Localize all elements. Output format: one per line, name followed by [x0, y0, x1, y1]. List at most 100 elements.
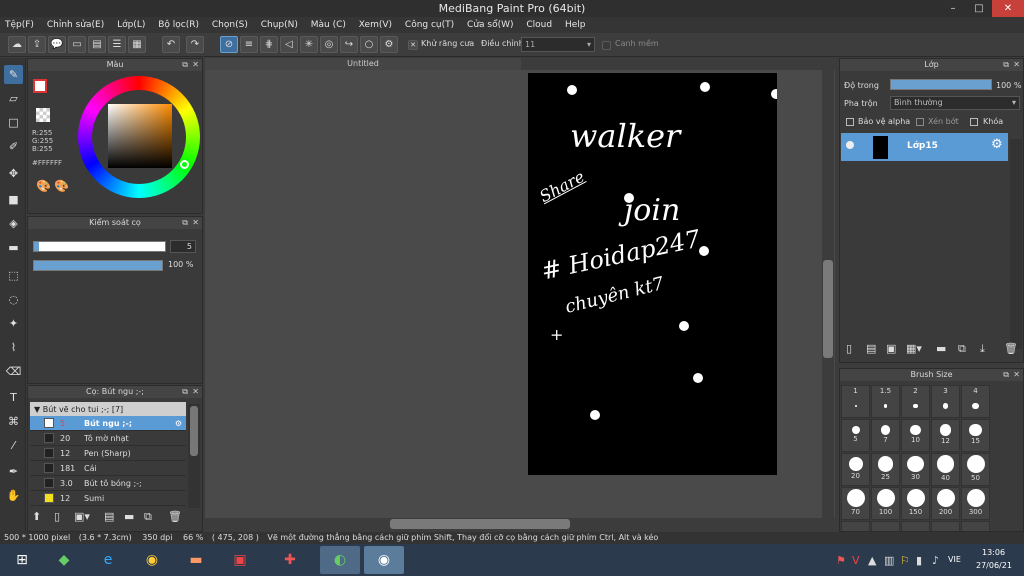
brush-size-cell[interactable]: 100 [871, 487, 900, 520]
new-halftone-layer-icon[interactable]: ▤ [866, 342, 876, 355]
brush-size-cell[interactable]: 5 [841, 419, 870, 452]
brush-size-value[interactable]: 5 [170, 240, 196, 253]
folder-icon[interactable]: ▬ [936, 342, 946, 355]
undo-icon[interactable]: ↶ [162, 36, 180, 53]
tray-time[interactable]: 13:06 [982, 548, 1005, 557]
trash-icon[interactable]: 🗑 [168, 510, 182, 523]
menu-select[interactable]: Chọn(S) [207, 17, 253, 33]
file-explorer-icon[interactable]: ▬ [176, 546, 216, 574]
curve-snap-icon[interactable]: ↪ [340, 36, 358, 53]
new-layer-icon[interactable]: ▯ [846, 342, 852, 355]
snap-settings-icon[interactable]: ⚙ [380, 36, 398, 53]
tray-v-icon[interactable]: V [852, 554, 860, 567]
tray-up-icon[interactable]: ▲ [868, 554, 876, 567]
protect-alpha-checkbox[interactable] [846, 118, 854, 126]
select-rect-icon[interactable]: ⬚ [4, 266, 23, 285]
close-icon[interactable]: ✕ [1013, 369, 1020, 381]
horizontal-scroll-thumb[interactable] [390, 519, 570, 529]
menu-snap[interactable]: Chụp(N) [256, 17, 303, 33]
cross-snap-icon[interactable]: ⋕ [260, 36, 278, 53]
brush-list-item[interactable]: 12 Sumi [30, 491, 186, 506]
saturation-square[interactable] [108, 104, 172, 168]
palette-settings-icon[interactable]: 🎨 [54, 179, 69, 193]
clip-checkbox[interactable] [916, 118, 924, 126]
brush-list-item[interactable]: 3.0 Bút tô bóng ;-; [30, 476, 186, 491]
dot-tool-icon[interactable]: □ [4, 113, 23, 132]
lock-checkbox[interactable] [970, 118, 978, 126]
chrome-icon[interactable]: ◉ [132, 546, 172, 574]
brush-size-cell[interactable] [961, 521, 990, 531]
close-icon[interactable]: ✕ [1013, 59, 1020, 71]
brush-list-item[interactable]: 20 Tô mờ nhạt [30, 431, 186, 446]
visibility-icon[interactable] [846, 141, 854, 149]
brush-size-cell[interactable]: 15 [961, 419, 990, 452]
panel-divide-icon[interactable]: ⌘ [4, 412, 23, 431]
brush-size-cell[interactable]: 70 [841, 487, 870, 520]
document-icon[interactable]: ▤ [88, 36, 106, 53]
brush-list-item[interactable]: 5 Bút ngu ;-; ⚙ [30, 416, 186, 431]
brush-size-cell[interactable]: 7 [871, 419, 900, 452]
vanishing-snap-icon[interactable]: ◁ [280, 36, 298, 53]
menu-color[interactable]: Màu (C) [306, 17, 351, 33]
close-button[interactable]: ✕ [992, 0, 1024, 17]
move-tool-icon[interactable]: ✥ [4, 164, 23, 183]
list-icon[interactable]: ☰ [108, 36, 126, 53]
close-icon[interactable]: ✕ [192, 217, 199, 229]
parallel-snap-icon[interactable]: ≡ [240, 36, 258, 53]
brush-size-cell[interactable]: 200 [931, 487, 960, 520]
antialias-checkbox[interactable]: ✕ [408, 40, 418, 50]
copy-brush-icon[interactable]: ▤ [104, 510, 114, 523]
duplicate-icon[interactable]: ⧉ [958, 342, 966, 356]
bucket-tool-icon[interactable]: ◈ [4, 214, 23, 233]
layer-row[interactable]: Lớp15 ⚙ [841, 133, 1008, 161]
brush-group-row[interactable]: ▼ Bút vẽ cho tui ;-; [7] [30, 402, 186, 417]
brush-tool-icon[interactable]: ✎ [4, 65, 23, 84]
brush-size-slider[interactable] [33, 241, 166, 252]
app-icon[interactable]: ✚ [270, 546, 310, 574]
menu-view[interactable]: Xem(V) [354, 17, 397, 33]
tray-signal-icon[interactable]: ▮ [916, 554, 922, 567]
blend-select[interactable]: Bình thường ▾ [890, 96, 1020, 110]
maximize-button[interactable]: □ [966, 0, 992, 17]
brush-size-cell[interactable]: 25 [871, 453, 900, 486]
comment-icon[interactable]: ▭ [68, 36, 86, 53]
menu-layer[interactable]: Lớp(L) [112, 17, 150, 33]
brush-size-cell[interactable]: 50 [961, 453, 990, 486]
gradient-tool-icon[interactable]: ▬ [4, 238, 23, 257]
add-layer-menu-icon[interactable]: ▦▾ [906, 342, 922, 355]
popout-icon[interactable]: ⧉ [182, 217, 188, 229]
brush-size-cell[interactable]: 10 [901, 419, 930, 452]
popout-icon[interactable]: ⧉ [182, 59, 188, 71]
close-icon[interactable]: ✕ [192, 386, 199, 398]
drawing-canvas[interactable]: walker Share join # Hoidap247 chuyên kt7… [528, 73, 777, 475]
select-pen-icon[interactable]: ⌇ [4, 338, 23, 357]
snap-off-icon[interactable]: ⊘ [220, 36, 238, 53]
brush-size-cell[interactable]: 1.5 [871, 385, 900, 418]
windows-start-icon[interactable]: ⊞ [2, 546, 42, 574]
layer-scrollbar[interactable] [1010, 139, 1022, 349]
close-icon[interactable]: ✕ [192, 59, 199, 71]
brush-size-cell[interactable]: 1 [841, 385, 870, 418]
brush-size-cell[interactable]: 12 [931, 419, 960, 452]
bluestacks-icon[interactable]: ◆ [44, 546, 84, 574]
radial-snap-icon[interactable]: ✳ [300, 36, 318, 53]
trash-icon[interactable]: 🗑 [1004, 342, 1018, 355]
redo-icon[interactable]: ↷ [186, 36, 204, 53]
download-icon[interactable]: ⬆ [32, 510, 41, 523]
brush-list-item[interactable]: 12 Pen (Sharp) [30, 446, 186, 461]
transparent-swatch[interactable] [36, 108, 50, 122]
tray-network-icon[interactable]: ▥ [884, 554, 894, 567]
brush-size-cell[interactable]: 150 [901, 487, 930, 520]
hand-tool-icon[interactable]: ✋ [4, 486, 23, 505]
brush-size-cell[interactable] [901, 521, 930, 531]
dropper-icon[interactable]: ✒ [4, 462, 23, 481]
brush-size-cell[interactable]: 300 [961, 487, 990, 520]
document-tab[interactable]: Untitled [205, 58, 521, 70]
gear-icon[interactable]: ⚙ [991, 137, 1003, 152]
menu-file[interactable]: Tệp(F) [0, 17, 39, 33]
brush-size-cell[interactable]: 30 [901, 453, 930, 486]
eyedropper-icon[interactable]: ⁄ [4, 436, 23, 455]
brush-list-item[interactable]: 181 Cái [30, 461, 186, 476]
popout-icon[interactable]: ⧉ [1003, 369, 1009, 381]
new-1bit-layer-icon[interactable]: ▣ [886, 342, 896, 355]
